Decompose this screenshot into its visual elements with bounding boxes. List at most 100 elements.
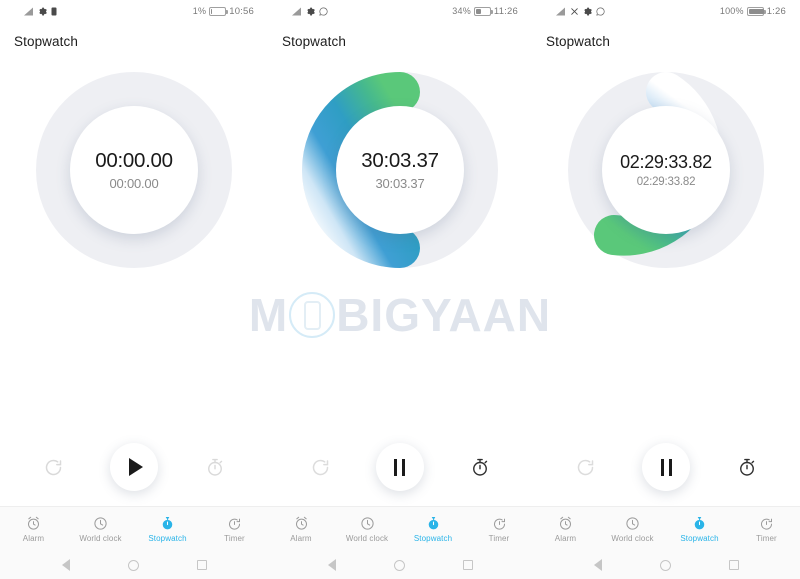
pause-icon <box>660 458 672 476</box>
clock-label: 10:56 <box>229 5 254 17</box>
dial-inner-face: 00:00.00 00:00.00 <box>70 105 198 234</box>
signal-icon <box>292 7 302 16</box>
lap-button[interactable] <box>730 450 764 484</box>
bottom-tab-bar: Alarm World clock Stopwatch Timer <box>0 506 268 551</box>
sim-card-icon <box>51 7 57 16</box>
tab-timer[interactable]: Timer <box>733 516 800 543</box>
battery-percent-label: 100% <box>719 6 744 16</box>
tab-label: Stopwatch <box>148 533 187 543</box>
settings-gear-icon <box>38 7 47 16</box>
tab-label: World clock <box>79 533 122 543</box>
stopwatch-dial-area: 00:00.00 00:00.00 <box>0 49 268 284</box>
elapsed-time: 00:00.00 <box>95 148 173 172</box>
stopwatch-dial[interactable]: 00:00.00 00:00.00 <box>34 70 234 270</box>
stopwatch-dial-area: 02:29:33.82 02:29:33.82 <box>532 49 800 284</box>
home-circle-icon[interactable] <box>127 559 139 571</box>
stopwatch-controls <box>532 428 800 506</box>
tab-alarm[interactable]: Alarm <box>532 516 599 543</box>
play-icon <box>129 458 143 476</box>
tab-stopwatch[interactable]: Stopwatch <box>400 516 466 543</box>
lap-time: 02:29:33.82 <box>636 175 696 188</box>
status-right-info: 100% 1:26 <box>720 6 786 17</box>
whatsapp-icon <box>596 6 605 16</box>
battery-icon <box>746 6 766 16</box>
content-spacer-1 <box>0 284 268 428</box>
tab-alarm[interactable]: Alarm <box>268 516 334 543</box>
reset-button[interactable] <box>36 450 70 484</box>
settings-gear-icon <box>306 7 315 16</box>
tab-timer[interactable]: Timer <box>466 516 532 543</box>
dial-inner-face: 30:03.37 30:03.37 <box>336 105 464 234</box>
battery-icon <box>209 6 229 16</box>
stopwatch-dial[interactable]: 02:29:33.82 02:29:33.82 <box>566 70 766 270</box>
signal-icon <box>24 7 34 16</box>
android-nav-bar <box>0 551 268 579</box>
tab-label: Alarm <box>554 533 577 543</box>
bottom-tab-bar: Alarm World clock Stopwatch Timer <box>268 506 532 551</box>
status-left-icons <box>556 6 605 16</box>
status-right-info: 34% 11:26 <box>452 6 518 17</box>
tab-world-clock[interactable]: World clock <box>334 516 400 543</box>
tab-stopwatch[interactable]: Stopwatch <box>666 516 733 543</box>
status-bar: 34% 11:26 <box>268 0 532 22</box>
status-left-icons <box>24 7 57 16</box>
pause-icon <box>394 458 406 476</box>
settings-gear-icon <box>583 7 592 16</box>
page-title: Stopwatch <box>282 34 346 49</box>
status-bar: 1% 10:56 <box>0 0 268 22</box>
tab-label: World clock <box>611 533 654 543</box>
reset-button[interactable] <box>303 450 337 484</box>
tab-label: Stopwatch <box>680 533 719 543</box>
phone-screen-3: 100% 1:26 Stopwatch 02:29:33.82 02:29:33… <box>532 0 800 579</box>
tab-alarm[interactable]: Alarm <box>0 516 67 543</box>
pause-button[interactable] <box>642 443 690 491</box>
content-spacer-2 <box>268 284 532 428</box>
content-spacer-3 <box>532 284 800 428</box>
dial-inner-face: 02:29:33.82 02:29:33.82 <box>602 105 730 234</box>
mute-icon <box>570 7 579 16</box>
stopwatch-controls <box>0 428 268 506</box>
stopwatch-controls <box>268 428 532 506</box>
android-nav-bar <box>532 551 800 579</box>
tab-world-clock[interactable]: World clock <box>67 516 134 543</box>
elapsed-time: 02:29:33.82 <box>620 151 712 172</box>
clock-label: 1:26 <box>766 5 786 17</box>
tab-stopwatch[interactable]: Stopwatch <box>134 516 201 543</box>
tab-label: Alarm <box>290 533 312 543</box>
tab-world-clock[interactable]: World clock <box>599 516 666 543</box>
tab-label: Alarm <box>22 533 45 543</box>
home-circle-icon[interactable] <box>659 559 671 571</box>
stopwatch-dial-area: 30:03.37 30:03.37 <box>268 49 532 284</box>
bottom-tab-bar: Alarm World clock Stopwatch Timer <box>532 506 800 551</box>
tab-timer[interactable]: Timer <box>201 516 268 543</box>
whatsapp-icon <box>319 6 328 16</box>
status-right-info: 1% 10:56 <box>193 6 254 17</box>
page-title: Stopwatch <box>14 34 78 49</box>
status-bar: 100% 1:26 <box>532 0 800 22</box>
lap-time: 00:00.00 <box>109 175 159 191</box>
recents-square-icon[interactable] <box>462 560 473 570</box>
page-title: Stopwatch <box>546 34 610 49</box>
pause-button[interactable] <box>375 443 424 491</box>
tab-label: Timer <box>488 533 510 543</box>
home-circle-icon[interactable] <box>393 559 405 571</box>
tab-label: Timer <box>756 533 777 543</box>
back-triangle-icon[interactable] <box>61 559 70 571</box>
recents-square-icon[interactable] <box>728 560 739 570</box>
lap-button[interactable] <box>198 450 232 484</box>
reset-button[interactable] <box>568 450 602 484</box>
lap-time: 30:03.37 <box>375 175 425 191</box>
recents-square-icon[interactable] <box>196 560 207 570</box>
tab-label: Stopwatch <box>413 533 453 543</box>
screenshot-panels: 1% 10:56 Stopwatch 00:00.00 00:00.00 Ala… <box>0 0 800 579</box>
start-button[interactable] <box>110 443 158 491</box>
battery-icon <box>473 6 493 16</box>
back-triangle-icon[interactable] <box>593 559 602 571</box>
lap-button[interactable] <box>463 450 497 484</box>
stopwatch-dial[interactable]: 30:03.37 30:03.37 <box>300 70 500 270</box>
phone-screen-1: 1% 10:56 Stopwatch 00:00.00 00:00.00 Ala… <box>0 0 268 579</box>
battery-percent-label: 1% <box>192 6 207 16</box>
back-triangle-icon[interactable] <box>327 559 336 571</box>
elapsed-time: 30:03.37 <box>361 148 439 172</box>
signal-icon <box>556 7 566 16</box>
